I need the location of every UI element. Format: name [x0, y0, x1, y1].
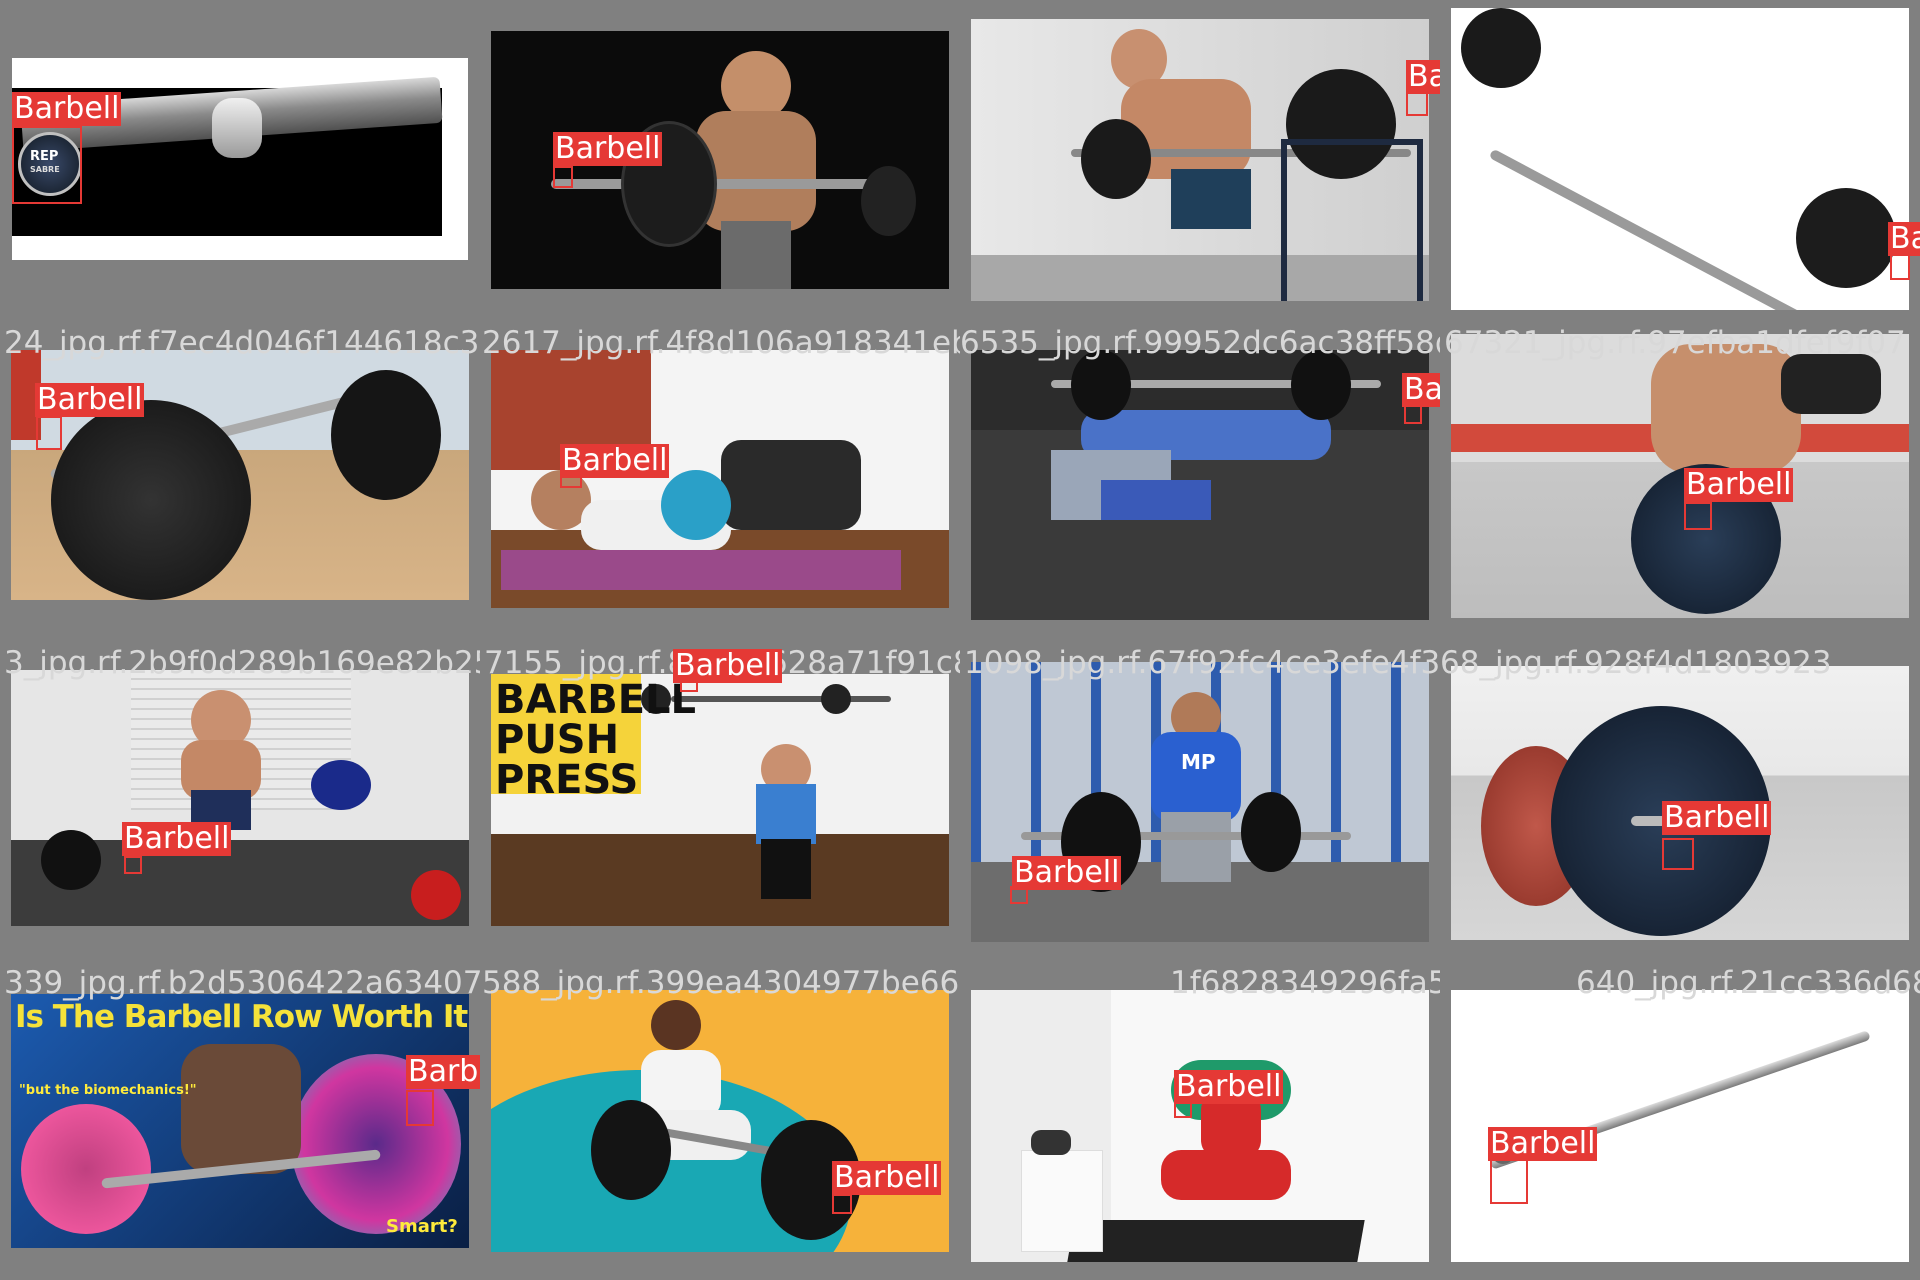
bbox-label: Barbell	[1174, 1069, 1284, 1104]
tile-5[interactable]: 24_jpg.rf.f7ec4d046f144618c3b9b Barbell	[0, 320, 480, 640]
bbox-label: Barbell	[1662, 800, 1772, 835]
tile-8[interactable]: 67321_jpg.rf.97efba1dfef9f07 Barbell	[1440, 320, 1920, 640]
bbox-label: Barbell	[35, 382, 145, 417]
tile-2[interactable]: Barbell	[480, 0, 960, 320]
image-13: Is The Barbell Row Worth It? "but the bi…	[11, 994, 469, 1248]
filename: 3_jpg.rf.2b9f0d289b169e82b2593	[4, 645, 480, 681]
tile-6[interactable]: 2617_jpg.rf.4f8d106a918341eb391670 Barbe…	[480, 320, 960, 640]
image-11: MP	[971, 662, 1429, 942]
video-title-line-1: BARBELL	[495, 677, 697, 723]
bbox	[124, 856, 142, 874]
filename: 1098_jpg.rf.67f92fc4ce3efe4f349aec	[964, 645, 1440, 681]
bbox-label: Barbell	[1684, 467, 1794, 502]
tile-4[interactable]: Ba	[1440, 0, 1920, 320]
filename: 1f6828349296fa5b7	[1170, 965, 1440, 1001]
filename: 588_jpg.rf.399ea4304977be66946f	[482, 965, 960, 1001]
shirt-brand: MP	[1181, 750, 1216, 774]
bbox	[406, 1090, 434, 1126]
filename: 68_jpg.rf.928f4d1803923	[1440, 645, 1832, 681]
image-14	[491, 990, 949, 1252]
tile-9[interactable]: 3_jpg.rf.2b9f0d289b169e82b2593 Barbell	[0, 640, 480, 960]
bbox-label: Barbell	[12, 91, 122, 126]
tile-11[interactable]: MP 1098_jpg.rf.67f92fc4ce3efe4f349aec Ba…	[960, 640, 1440, 960]
filename: 6535_jpg.rf.99952dc6ac38ff58df4b	[960, 325, 1440, 361]
bbox	[553, 166, 573, 188]
bbox	[832, 1194, 852, 1214]
tile-13[interactable]: Is The Barbell Row Worth It? "but the bi…	[0, 960, 480, 1280]
image-9	[11, 670, 469, 926]
bbox-label: Ba	[1888, 222, 1920, 256]
filename: 339_jpg.rf.b2d5306422a63407aa	[4, 965, 480, 1001]
thumbnail-title: Is The Barbell Row Worth It?	[15, 999, 469, 1035]
tile-12[interactable]: 68_jpg.rf.928f4d1803923 Barbell	[1440, 640, 1920, 960]
thumbnail-quote: "but the biomechanics!"	[19, 1083, 197, 1098]
filename: 67321_jpg.rf.97efba1dfef9f07	[1444, 325, 1906, 361]
bbox-label: Barbell	[406, 1055, 480, 1089]
tile-15[interactable]: 1f6828349296fa5b7 Barbell	[960, 960, 1440, 1280]
bbox-label: Barbell	[832, 1160, 942, 1195]
tile-3[interactable]: Barbell	[960, 0, 1440, 320]
bbox-label: Barbell	[1488, 1126, 1598, 1161]
filename: .628a71f91c8	[758, 645, 960, 681]
thumbnail-smart: Smart?	[386, 1216, 458, 1237]
image-7	[971, 350, 1429, 620]
bbox-label: Barbell	[1406, 60, 1440, 94]
tile-1[interactable]: REP SABRE Barbell	[0, 0, 480, 320]
bbox	[1684, 502, 1712, 530]
bbox-label: Barbell	[1012, 855, 1122, 890]
image-3	[971, 19, 1429, 301]
bbox-label: Barbell	[553, 131, 663, 166]
image-8	[1451, 334, 1909, 618]
tile-14[interactable]: 588_jpg.rf.399ea4304977be66946f Barbell	[480, 960, 960, 1280]
bbox	[36, 416, 62, 450]
image-15	[971, 990, 1429, 1262]
filename: 640_jpg.rf.21cc336d681a1eca17c	[1576, 965, 1920, 1001]
video-title-line-3: PRESS	[495, 757, 639, 803]
bbox	[1490, 1156, 1528, 1204]
filename: 24_jpg.rf.f7ec4d046f144618c3b9b	[4, 325, 480, 361]
bbox-label: Barbell	[1402, 373, 1440, 407]
video-title-line-2: PUSH	[495, 717, 620, 763]
tile-10[interactable]: BARBELL PUSH PRESS 7155_jpg.rf.8a1c5e .6…	[480, 640, 960, 960]
filename: 2617_jpg.rf.4f8d106a918341eb391670	[482, 325, 960, 361]
bbox	[1890, 254, 1910, 280]
bbox	[12, 126, 82, 204]
tile-7[interactable]: 6535_jpg.rf.99952dc6ac38ff58df4b Barbell	[960, 320, 1440, 640]
image-10: BARBELL PUSH PRESS	[491, 674, 949, 926]
bbox-label: Barbell	[122, 821, 232, 856]
tile-16[interactable]: 640_jpg.rf.21cc336d681a1eca17c Barbell	[1440, 960, 1920, 1280]
bbox-label: Barbell	[673, 648, 783, 683]
bbox	[1406, 92, 1428, 116]
bbox	[1404, 404, 1422, 424]
bbox-label: Barbell	[560, 443, 670, 478]
bbox	[1662, 838, 1694, 870]
image-4	[1451, 8, 1909, 310]
mosaic-grid: REP SABRE Barbell Barbell Barb	[0, 0, 1920, 1280]
